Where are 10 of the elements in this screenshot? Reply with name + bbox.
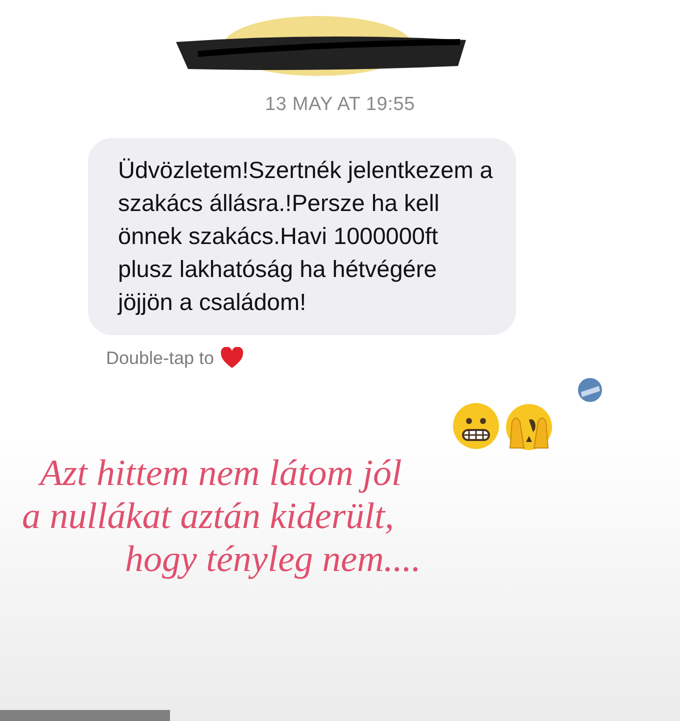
hands-over-face-icon [504,402,554,452]
caption-line: hogy tényleg nem.... [125,538,422,580]
timestamp: 13 MAY AT 19:55 [264,93,416,117]
grimacing-face-icon [452,402,500,450]
heart-icon [220,347,244,369]
hint-text: Double-tap to [106,346,214,370]
caption-line: a nullákat aztán kiderült, [22,494,396,538]
message-bubble: Üdvözletem!Szertnék jelentkezem a szakács állásra.!Persze ha kell önnek szakács.Havi 1000000ft plusz lakhatóság ha hétvégére jöjjön a családom! [88,138,516,334]
seen-avatar-icon [578,378,602,402]
caption-line: Azt hittem nem látom jól [40,452,403,494]
